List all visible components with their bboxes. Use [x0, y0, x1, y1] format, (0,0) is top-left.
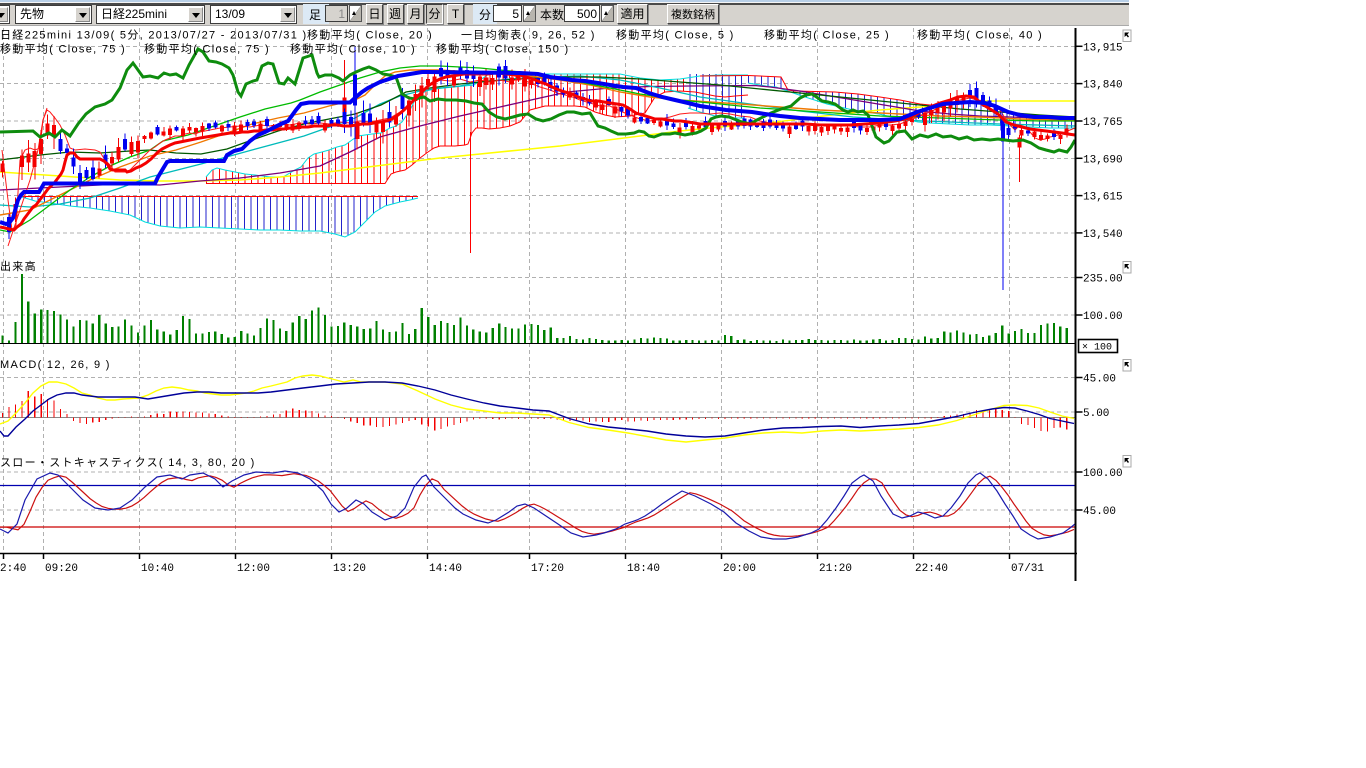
svg-text:移動平均( Close, 5 ): 移動平均( Close, 5 ): [616, 28, 735, 42]
svg-text:14:40: 14:40: [429, 563, 462, 575]
svg-text:100.00: 100.00: [1083, 468, 1123, 480]
svg-text:13,540: 13,540: [1083, 229, 1123, 241]
svg-text:一目均衡表( 9, 26, 52 ): 一目均衡表( 9, 26, 52 ): [461, 28, 596, 42]
svg-text:13:20: 13:20: [333, 563, 366, 575]
svg-text:13,615: 13,615: [1083, 192, 1123, 204]
svg-text:移動平均( Close, 75 ): 移動平均( Close, 75 ): [0, 42, 126, 56]
svg-text:2:40: 2:40: [0, 563, 26, 575]
svg-text:移動平均( Close, 10 ): 移動平均( Close, 10 ): [290, 42, 416, 56]
svg-text:移動平均( Close, 40 ): 移動平均( Close, 40 ): [917, 28, 1043, 42]
svg-text:移動平均( Close, 75 ): 移動平均( Close, 75 ): [144, 42, 270, 56]
svg-text:× 100: × 100: [1082, 343, 1112, 354]
svg-text:移動平均( Close, 150 ): 移動平均( Close, 150 ): [436, 42, 569, 56]
svg-text:13,840: 13,840: [1083, 80, 1123, 92]
svg-text:235.00: 235.00: [1083, 274, 1123, 286]
svg-text:20:00: 20:00: [723, 563, 756, 575]
svg-text:12:00: 12:00: [237, 563, 270, 575]
svg-text:100.00: 100.00: [1083, 311, 1123, 323]
svg-text:10:40: 10:40: [141, 563, 174, 575]
svg-text:13,765: 13,765: [1083, 117, 1123, 129]
svg-text:5.00: 5.00: [1083, 408, 1109, 420]
svg-text:移動平均( Close, 25 ): 移動平均( Close, 25 ): [764, 28, 890, 42]
svg-text:22:40: 22:40: [915, 563, 948, 575]
svg-text:13,915: 13,915: [1083, 42, 1123, 54]
svg-text:21:20: 21:20: [819, 563, 852, 575]
svg-text:18:40: 18:40: [627, 563, 660, 575]
svg-text:45.00: 45.00: [1083, 506, 1116, 518]
svg-text:07/31: 07/31: [1011, 563, 1044, 575]
svg-text:出来高: 出来高: [0, 259, 37, 273]
svg-text:スロー・ストキャスティクス( 14, 3, 80, 20 ): スロー・ストキャスティクス( 14, 3, 80, 20 ): [0, 456, 256, 469]
svg-text:MACD( 12, 26, 9 ): MACD( 12, 26, 9 ): [0, 359, 111, 371]
svg-text:移動平均( Close, 20 ): 移動平均( Close, 20 ): [307, 28, 433, 42]
svg-text:13,690: 13,690: [1083, 154, 1123, 166]
svg-text:日経225mini 13/09( 5分, 2013/07/2: 日経225mini 13/09( 5分, 2013/07/27 - 2013/0…: [0, 29, 307, 42]
svg-text:17:20: 17:20: [531, 563, 564, 575]
svg-text:09:20: 09:20: [45, 563, 78, 575]
svg-text:45.00: 45.00: [1083, 374, 1116, 386]
